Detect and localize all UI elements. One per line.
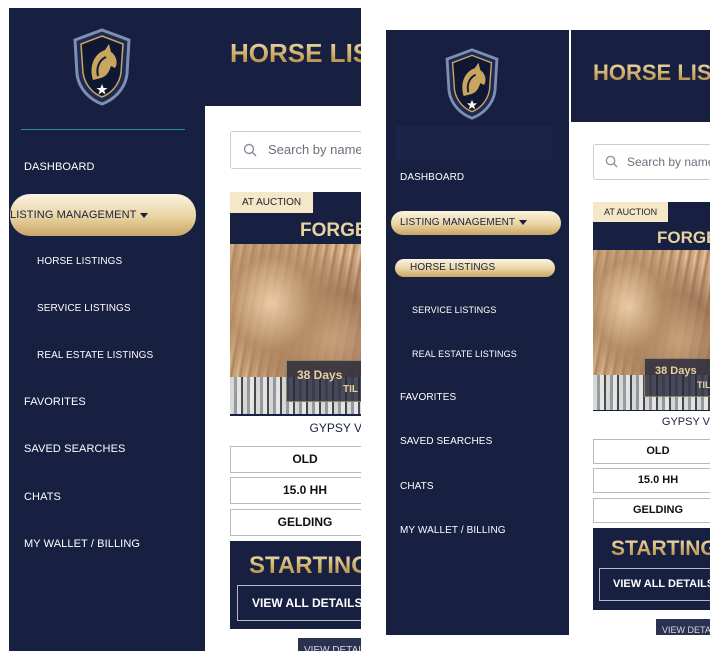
spec-age: OLD [593,439,710,464]
page-header: HORSE LISTINGS [205,8,361,106]
search-icon [243,143,257,157]
sidebar-item-horse-listings[interactable]: HORSE LISTINGS [37,256,122,267]
sidebar-item-favorites[interactable]: FAVORITES [24,396,86,408]
view-details-button[interactable]: VIEW DETAILS [298,638,361,651]
search-placeholder: Search by name [268,142,361,157]
spec-age: OLD [230,446,361,473]
price-label: STARTING [249,552,361,580]
sidebar: DASHBOARD LISTING MANAGEMENT HORSE LISTI… [386,30,569,635]
sidebar-item-label: HORSE LISTINGS [410,262,496,273]
price-section: STARTING VIEW ALL DETAILS [230,541,361,629]
caret-down-icon [140,212,149,218]
sidebar-item-label: REAL ESTATE LISTINGS [412,349,517,359]
auction-timer: 38 Days TIL [286,360,361,402]
view-all-details-button[interactable]: VIEW ALL DETAILS [237,585,361,621]
sidebar-item-label: MY WALLET / BILLING [24,538,141,550]
right-screenshot: DASHBOARD LISTING MANAGEMENT HORSE LISTI… [386,30,710,635]
sidebar-item-label: REAL ESTATE LISTINGS [37,350,154,361]
sidebar-item-label: LISTING MANAGEMENT [10,209,137,221]
search-icon [605,155,618,168]
spec-height: 15.0 HH [230,477,361,504]
search-placeholder: Search by name [627,155,710,169]
sidebar-item-listing-management[interactable]: LISTING MANAGEMENT [10,194,196,236]
sidebar-item-dashboard[interactable]: DASHBOARD [400,172,464,183]
sidebar-item-label: DASHBOARD [24,161,95,173]
page-header: HORSE LISTINGS [571,30,710,122]
sidebar-item-dashboard[interactable]: DASHBOARD [24,161,95,173]
sidebar-item-label: LISTING MANAGEMENT [400,217,516,228]
sidebar: DASHBOARD LISTING MANAGEMENT HORSE LISTI… [9,8,205,651]
sidebar-item-service-listings[interactable]: SERVICE LISTINGS [37,303,131,314]
spec-sex: GELDING [230,509,361,536]
sidebar-item-label: SERVICE LISTINGS [412,305,497,315]
sidebar-item-label: FAVORITES [400,392,457,403]
timer-sub: TIL [697,380,710,390]
sidebar-item-real-estate-listings[interactable]: REAL ESTATE LISTINGS [412,349,517,359]
listing-card[interactable]: AT AUCTION FORGE 38 Days TIL GYPSY V [593,202,710,433]
sidebar-item-wallet-billing[interactable]: MY WALLET / BILLING [24,538,140,550]
spec-sex: GELDING [593,498,710,523]
listing-name: FORGE [300,220,361,241]
sidebar-item-horse-listings[interactable]: HORSE LISTINGS [395,259,555,277]
auction-timer: 38 Days TIL [644,358,710,397]
sidebar-item-label: SAVED SEARCHES [24,443,126,455]
sidebar-item-label: FAVORITES [24,396,86,408]
spec-height: 15.0 HH [593,468,710,493]
page-title: HORSE LISTINGS [230,38,361,69]
caret-down-icon [519,219,528,225]
sidebar-item-label: SAVED SEARCHES [400,436,493,447]
sidebar-item-saved-searches[interactable]: SAVED SEARCHES [400,436,492,447]
search-input[interactable]: Search by name [230,131,361,169]
sidebar-item-chats[interactable]: CHATS [400,481,434,492]
sidebar-item-label: HORSE LISTINGS [37,256,123,267]
left-screenshot: DASHBOARD LISTING MANAGEMENT HORSE LISTI… [9,8,361,651]
auction-badge: AT AUCTION [593,202,669,222]
view-details-button[interactable]: VIEW DETAILS [656,619,710,635]
sidebar-item-favorites[interactable]: FAVORITES [400,392,456,403]
sidebar-item-label: CHATS [400,481,434,492]
timer-sub: TIL [343,384,358,395]
horse-shield-logo [445,48,499,120]
sidebar-item-real-estate-listings[interactable]: REAL ESTATE LISTINGS [37,350,153,361]
sidebar-item-label: SERVICE LISTINGS [37,303,131,314]
sidebar-divider [396,126,552,160]
sidebar-item-label: DASHBOARD [400,172,465,183]
sidebar-item-wallet-billing[interactable]: MY WALLET / BILLING [400,525,506,536]
price-section: STARTING VIEW ALL DETAILS [593,528,710,610]
sidebar-item-listing-management[interactable]: LISTING MANAGEMENT [391,211,561,235]
sidebar-item-chats[interactable]: CHATS [24,491,61,503]
sidebar-item-saved-searches[interactable]: SAVED SEARCHES [24,443,125,455]
sidebar-divider [21,129,185,130]
timer-days: 38 Days [655,365,697,377]
listing-card[interactable]: AT AUCTION FORGE 38 Days TIL GYPSY V [230,192,361,440]
horse-shield-logo [73,28,131,106]
listing-breed: GYPSY V [593,411,710,433]
page-title: HORSE LISTINGS [593,60,710,86]
listing-breed: GYPSY V [230,416,361,440]
timer-days: 38 Days [297,368,343,382]
sidebar-item-label: CHATS [24,491,61,503]
sidebar-item-label: MY WALLET / BILLING [400,525,506,536]
sidebar-item-service-listings[interactable]: SERVICE LISTINGS [412,305,496,315]
view-all-details-button[interactable]: VIEW ALL DETAILS [599,568,710,601]
listing-name: FORGE [657,228,710,247]
auction-badge: AT AUCTION [230,192,314,213]
price-label: STARTING [611,537,710,561]
search-input[interactable]: Search by name [593,144,710,180]
